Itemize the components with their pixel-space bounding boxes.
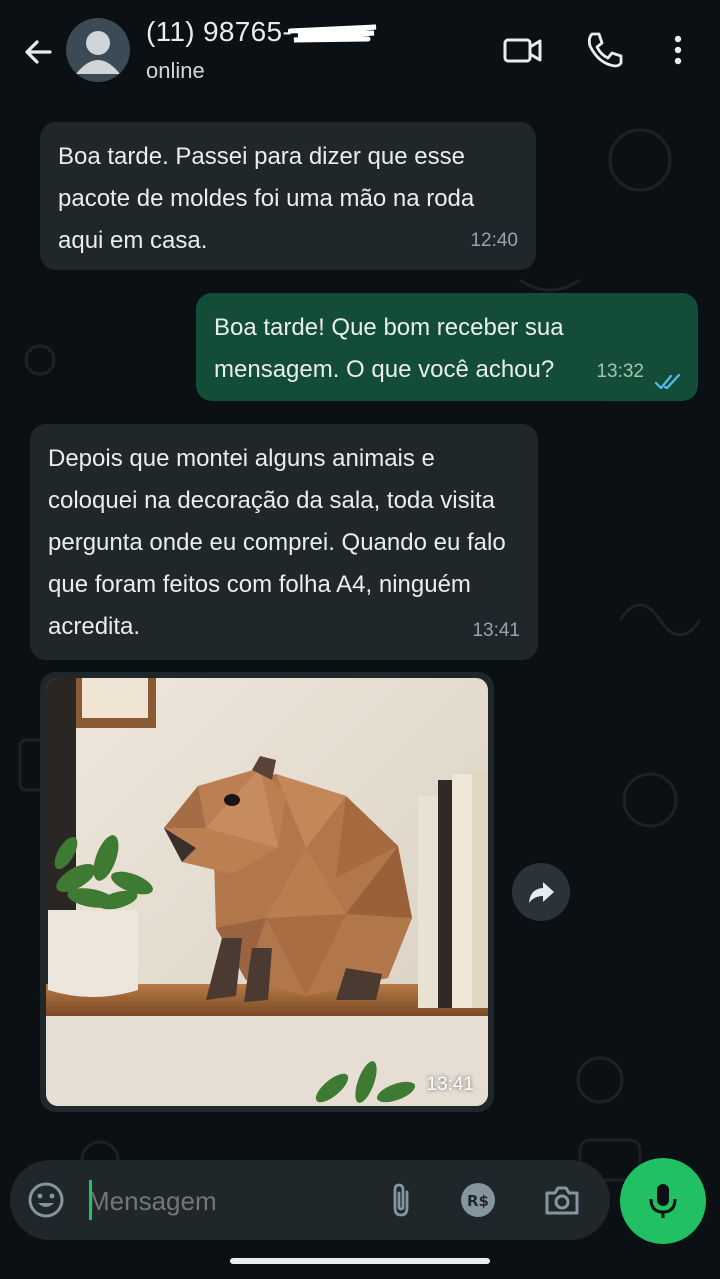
contact-name[interactable]: (11) 98765- — [146, 16, 380, 48]
outgoing-message[interactable]: Boa tarde! Que bom receber sua mensagem.… — [196, 293, 698, 401]
emoji-icon — [28, 1182, 64, 1218]
contact-status: online — [146, 58, 205, 83]
paperclip-icon — [393, 1183, 409, 1217]
text-cursor — [89, 1180, 92, 1220]
read-receipt-icon — [654, 373, 681, 390]
camera-button[interactable] — [542, 1180, 582, 1220]
message-time: 12:40 — [470, 230, 518, 251]
message-text: Boa tarde. Passei para dizer que esse pa… — [58, 143, 475, 254]
attach-button[interactable] — [382, 1180, 422, 1220]
payment-button[interactable]: R$ — [458, 1180, 498, 1220]
capybara-photo — [46, 678, 488, 1106]
phone-icon — [587, 32, 623, 68]
more-options-button[interactable] — [656, 28, 700, 72]
contact-number: (11) 98765- — [146, 16, 292, 47]
arrow-left-icon — [25, 40, 52, 64]
message-input[interactable] — [88, 1178, 378, 1224]
real-currency-icon: R$ — [461, 1183, 495, 1217]
incoming-message[interactable]: Boa tarde. Passei para dizer que esse pa… — [40, 122, 536, 270]
svg-text:R$: R$ — [467, 1192, 489, 1210]
incoming-image-message[interactable]: 13:41 — [40, 672, 494, 1112]
voice-call-button[interactable] — [582, 28, 626, 72]
emoji-button[interactable] — [26, 1180, 66, 1220]
message-time: 13:41 — [426, 1074, 474, 1095]
chat-header: (11) 98765- online — [0, 0, 720, 100]
message-time: 13:41 — [472, 620, 520, 641]
forward-button[interactable] — [512, 863, 570, 921]
more-vertical-icon — [674, 35, 682, 65]
message-image[interactable] — [46, 678, 488, 1106]
default-avatar-icon — [76, 31, 120, 74]
camera-icon — [545, 1186, 579, 1215]
message-text: Boa tarde! Que bom receber sua mensagem.… — [214, 314, 564, 383]
voice-message-button[interactable] — [620, 1158, 706, 1244]
video-camera-icon — [503, 38, 542, 63]
forward-icon — [529, 882, 554, 903]
message-text: Depois que montei alguns animais e coloq… — [48, 445, 506, 640]
redaction-mark — [287, 24, 377, 43]
video-call-button[interactable] — [500, 28, 544, 72]
incoming-message[interactable]: Depois que montei alguns animais e coloq… — [30, 424, 538, 660]
contact-avatar[interactable] — [66, 18, 130, 82]
microphone-icon — [649, 1184, 677, 1218]
message-time: 13:32 — [596, 361, 644, 382]
back-button[interactable] — [18, 32, 58, 72]
home-indicator — [230, 1258, 490, 1264]
